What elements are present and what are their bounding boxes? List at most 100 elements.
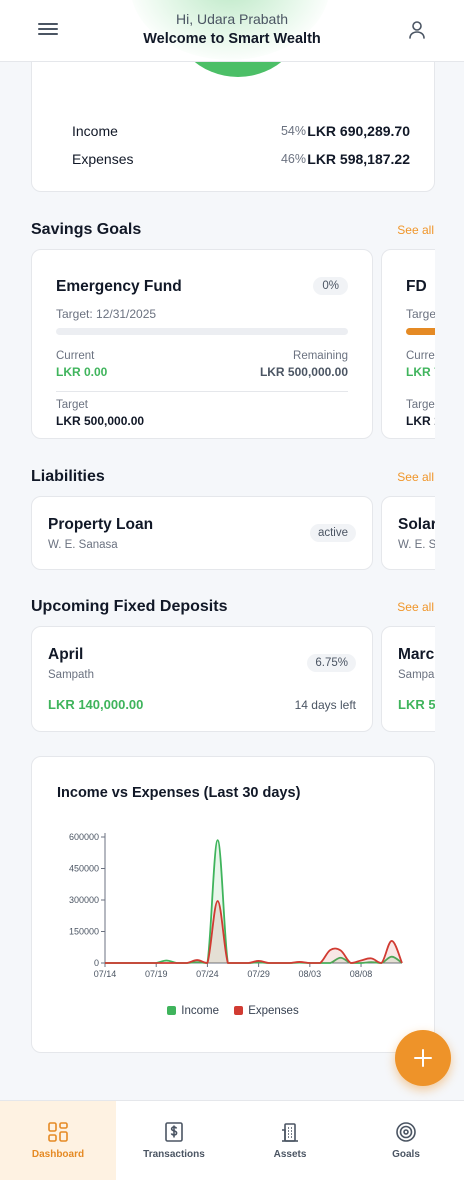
fixed-deposits-carousel[interactable]: April Sampath 6.75% LKR 140,000.00 14 da… [31,626,435,734]
bottom-navigation: Dashboard Transactions Assets Goals [0,1100,464,1180]
goal-remaining-label: Remaining [293,350,348,362]
legend-label-expenses: Expenses [248,1005,299,1017]
chart-x-tick-label: 07/19 [145,969,168,979]
legend-swatch-expenses [234,1006,244,1015]
goal-divider [56,391,348,392]
header-greeting: Hi, Udara Prabath [175,11,289,27]
fd-days-left: 14 days left [294,698,356,712]
chart-line-income [105,839,403,964]
goal-target-value: LKR 500,000.00 [56,414,145,428]
chart-y-tick-label: 0 [94,958,99,968]
legend-item-income[interactable]: Income [167,1005,219,1017]
legend-swatch-income [167,1006,177,1015]
summary-label: Income [72,123,118,139]
app-header: Hi, Udara Prabath Welcome to Smart Wealt… [0,0,464,62]
goal-target-value: LKR 1 [406,414,435,428]
nav-item-dashboard[interactable]: Dashboard [0,1101,116,1180]
liabilities-carousel[interactable]: Property Loan W. E. Sanasa active Solar … [31,496,435,572]
nav-label: Dashboard [31,1149,85,1160]
chart-y-tick-label: 600000 [69,832,99,842]
legend-label-income: Income [181,1005,219,1017]
chart-x-tick-label: 08/08 [350,969,373,979]
liability-card[interactable]: Property Loan W. E. Sanasa active [31,496,373,570]
goal-name: Emergency Fund [56,278,182,295]
summary-label: Expenses [72,151,134,167]
liability-status-badge: active [309,524,356,542]
liabilities-title: Liabilities [31,468,105,485]
liability-card[interactable]: Solar W. E. Sa [381,496,435,570]
fd-name: April [48,646,84,663]
chart-x-tick-label: 07/24 [196,969,219,979]
goal-target-label: Target [56,399,88,411]
fixed-deposit-card[interactable]: Marc Sampa LKR 50 [381,626,435,732]
liability-name: Solar [398,516,435,533]
savings-goals-title: Savings Goals [31,221,142,238]
fixed-deposit-card[interactable]: April Sampath 6.75% LKR 140,000.00 14 da… [31,626,373,732]
grid-icon [48,1122,68,1142]
chart-legend: Income Expenses [32,1005,434,1017]
goal-target-date: Target: 12/31/2025 [56,307,157,321]
savings-goals-carousel[interactable]: Emergency Fund 0% Target: 12/31/2025 Cur… [31,249,435,441]
summary-row-expenses: Expenses 46% LKR 598,187.22 [72,151,410,171]
summary-amount: LKR 598,187.22 [307,151,410,167]
goal-current-label: Curre [406,350,435,362]
income-vs-expenses-chart-card: Income vs Expenses (Last 30 days) 0 15000… [31,756,435,1053]
goal-progress-bar [56,328,348,335]
nav-item-goals[interactable]: Goals [348,1101,464,1180]
legend-item-expenses[interactable]: Expenses [234,1005,299,1017]
nav-label: Goals [392,1149,420,1160]
chart-x-tick-label: 07/29 [247,969,270,979]
dashboard-scroll-area[interactable]: Income 54% LKR 690,289.70 Expenses 46% L… [0,0,464,1100]
goal-progress-fill [406,328,435,335]
goal-current-label: Current [56,350,95,362]
goal-percent-badge: 0% [313,277,348,295]
chart-y-tick-label: 450000 [69,864,99,874]
chart-line-expenses [105,900,403,964]
chart-y-tick-label: 300000 [69,895,99,905]
savings-goal-card[interactable]: Emergency Fund 0% Target: 12/31/2025 Cur… [31,249,373,439]
target-icon [396,1122,416,1142]
nav-item-transactions[interactable]: Transactions [116,1101,232,1180]
header-welcome-title: Welcome to Smart Wealth [143,31,321,47]
savings-goals-see-all-link[interactable]: See all [397,223,434,237]
income-expense-summary-card: Income 54% LKR 690,289.70 Expenses 46% L… [31,50,435,192]
fd-amount: LKR 50 [398,697,435,712]
user-profile-icon[interactable] [405,18,429,42]
chart-area-income [105,840,402,963]
chart-title: Income vs Expenses (Last 30 days) [57,785,301,801]
goal-progress-bar [406,328,435,335]
summary-row-income: Income 54% LKR 690,289.70 [72,123,410,143]
fixed-deposits-see-all-link[interactable]: See all [397,600,434,614]
fd-bank: Sampath [48,669,95,681]
chart-x-tick-label: 07/14 [94,969,117,979]
liabilities-see-all-link[interactable]: See all [397,470,434,484]
chart-y-tick-label: 150000 [69,927,99,937]
goal-remaining-value: LKR 500,000.00 [259,365,348,379]
goal-target-label: Targe [406,399,435,411]
savings-goal-card[interactable]: FD Targe Curre LKR 7 Targe LKR 1 [381,249,435,439]
fd-bank: Sampa [398,669,435,681]
summary-percent: 54% [280,124,306,138]
fd-name: Marc [398,646,435,663]
header-glow-decoration [130,0,330,60]
liability-lender: W. E. Sanasa [48,539,118,551]
nav-label: Transactions [143,1149,205,1160]
dollar-receipt-icon [165,1122,183,1142]
building-icon [282,1123,298,1142]
goal-current-value: LKR 7 [406,365,435,379]
liability-name: Property Loan [48,516,154,533]
fd-amount: LKR 140,000.00 [48,697,144,712]
goal-name: FD [406,278,427,295]
nav-label: Assets [273,1149,307,1160]
summary-percent: 46% [280,152,306,166]
liability-lender: W. E. Sa [398,539,435,551]
summary-amount: LKR 690,289.70 [307,123,410,139]
chart-x-tick-label: 08/03 [299,969,322,979]
goal-current-value: LKR 0.00 [56,365,108,379]
goal-target-date: Targe [406,307,435,321]
income-vs-expenses-chart: 0 150000 300000 450000 600000 07/14 07/19 07/24… [69,832,403,979]
fd-rate-badge: 6.75% [307,654,356,672]
chart-area-expenses [105,901,402,963]
nav-item-assets[interactable]: Assets [232,1101,348,1180]
add-transaction-fab-button[interactable] [395,1030,451,1086]
